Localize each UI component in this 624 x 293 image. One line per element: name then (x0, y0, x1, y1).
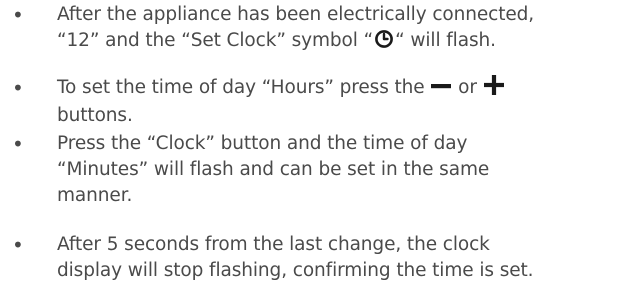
step-line: After 5 seconds from the last change, th… (57, 234, 490, 255)
bullet: • (12, 76, 24, 100)
step-text: Press the “Clock” button and the time of… (57, 131, 622, 209)
step-line: “12” and the “Set Clock” symbol “ “ will … (57, 28, 622, 57)
minus-button-icon (430, 77, 452, 103)
step-text: To set the time of day “Hours” press the… (57, 75, 622, 129)
step-line: buttons. (57, 105, 133, 126)
step-line: After the appliance has been electricall… (57, 4, 535, 25)
step-text-segment: “ will flash. (395, 30, 496, 51)
step-text-segment: or (458, 77, 477, 98)
step-text: After 5 seconds from the last change, th… (57, 232, 622, 284)
bullet: • (12, 233, 24, 257)
plus-button-icon (483, 75, 505, 103)
step-line: manner. (57, 185, 133, 206)
step-line: Press the “Clock” button and the time of… (57, 133, 468, 154)
step-line: display will stop flashing, confirming t… (57, 260, 534, 281)
step-text: After the appliance has been electricall… (57, 2, 622, 57)
step-text-segment: “12” and the “Set Clock” symbol “ (57, 30, 374, 51)
bullet: • (12, 132, 24, 156)
step-text-segment: To set the time of day “Hours” press the (57, 77, 425, 98)
step-line: To set the time of day “Hours” press the… (57, 75, 622, 103)
clock-symbol-icon (374, 29, 394, 57)
bullet: • (12, 3, 24, 27)
step-line: “Minutes” will flash and can be set in t… (57, 159, 490, 180)
